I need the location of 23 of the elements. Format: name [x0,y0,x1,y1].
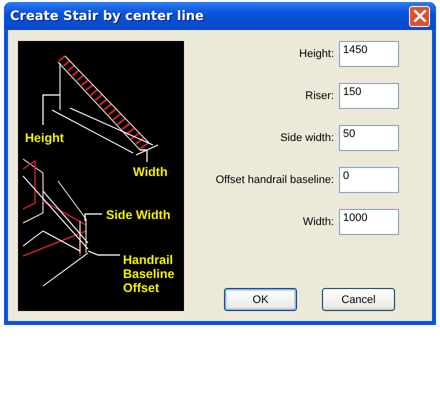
leader-line [42,94,60,125]
diagram-label: Width [133,165,168,179]
field-label: Height: [299,48,334,60]
leader-line [140,149,148,162]
field-label: Side width: [280,132,334,144]
diagram-label: Side Width [106,208,170,222]
input-field[interactable]: 0 [339,167,399,193]
leader-line [84,213,102,221]
input-field[interactable]: 1450 [339,41,399,67]
field-label: Width: [302,216,334,228]
close-icon [414,10,426,22]
input-field[interactable]: 50 [339,125,399,151]
ok-button[interactable]: OK [224,288,297,311]
leader-line [88,250,120,256]
field-label: Offset handrail baseline: [216,174,334,186]
field-label: Riser: [305,90,334,102]
diagram-label: Height [25,131,64,145]
input-field[interactable]: 150 [339,83,399,109]
close-button[interactable] [409,6,430,26]
input-field[interactable]: 1000 [339,209,399,235]
window-title: Create Stair by center line [10,8,204,24]
diagram-label: Handrail Baseline Offset [123,253,174,295]
cancel-button[interactable]: Cancel [322,288,395,311]
